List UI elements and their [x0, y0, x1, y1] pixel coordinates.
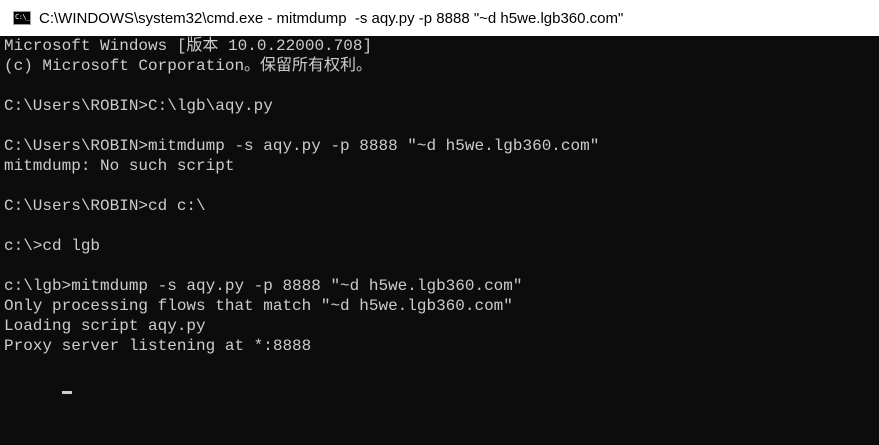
- console-output[interactable]: Microsoft Windows [版本 10.0.22000.708] (c…: [0, 36, 879, 445]
- console-line: Microsoft Windows [版本 10.0.22000.708]: [4, 37, 373, 55]
- console-line: c:\>cd lgb: [4, 237, 101, 255]
- console-line: mitmdump: No such script: [4, 157, 235, 175]
- console-line: Only processing flows that match "~d h5w…: [4, 297, 513, 315]
- console-line: (c) Microsoft Corporation。保留所有权利。: [4, 57, 373, 75]
- console-line: c:\lgb>mitmdump -s aqy.py -p 8888 "~d h5…: [4, 277, 523, 295]
- console-cursor-line[interactable]: [4, 356, 879, 394]
- console-line: Loading script aqy.py: [4, 317, 206, 335]
- text-cursor: [61, 391, 72, 394]
- title-bar[interactable]: C:\_ C:\WINDOWS\system32\cmd.exe - mitmd…: [0, 0, 879, 36]
- console-line: C:\Users\ROBIN>mitmdump -s aqy.py -p 888…: [4, 137, 600, 155]
- window-title: C:\WINDOWS\system32\cmd.exe - mitmdump -…: [39, 9, 624, 27]
- console-line: C:\Users\ROBIN>C:\lgb\aqy.py: [4, 97, 273, 115]
- console-line: C:\Users\ROBIN>cd c:\: [4, 197, 206, 215]
- cmd-window: C:\_ C:\WINDOWS\system32\cmd.exe - mitmd…: [0, 0, 879, 445]
- cmd-icon[interactable]: C:\_: [13, 11, 31, 25]
- console-line: Proxy server listening at *:8888: [4, 337, 312, 355]
- cmd-icon-glyph: C:\_: [15, 13, 30, 21]
